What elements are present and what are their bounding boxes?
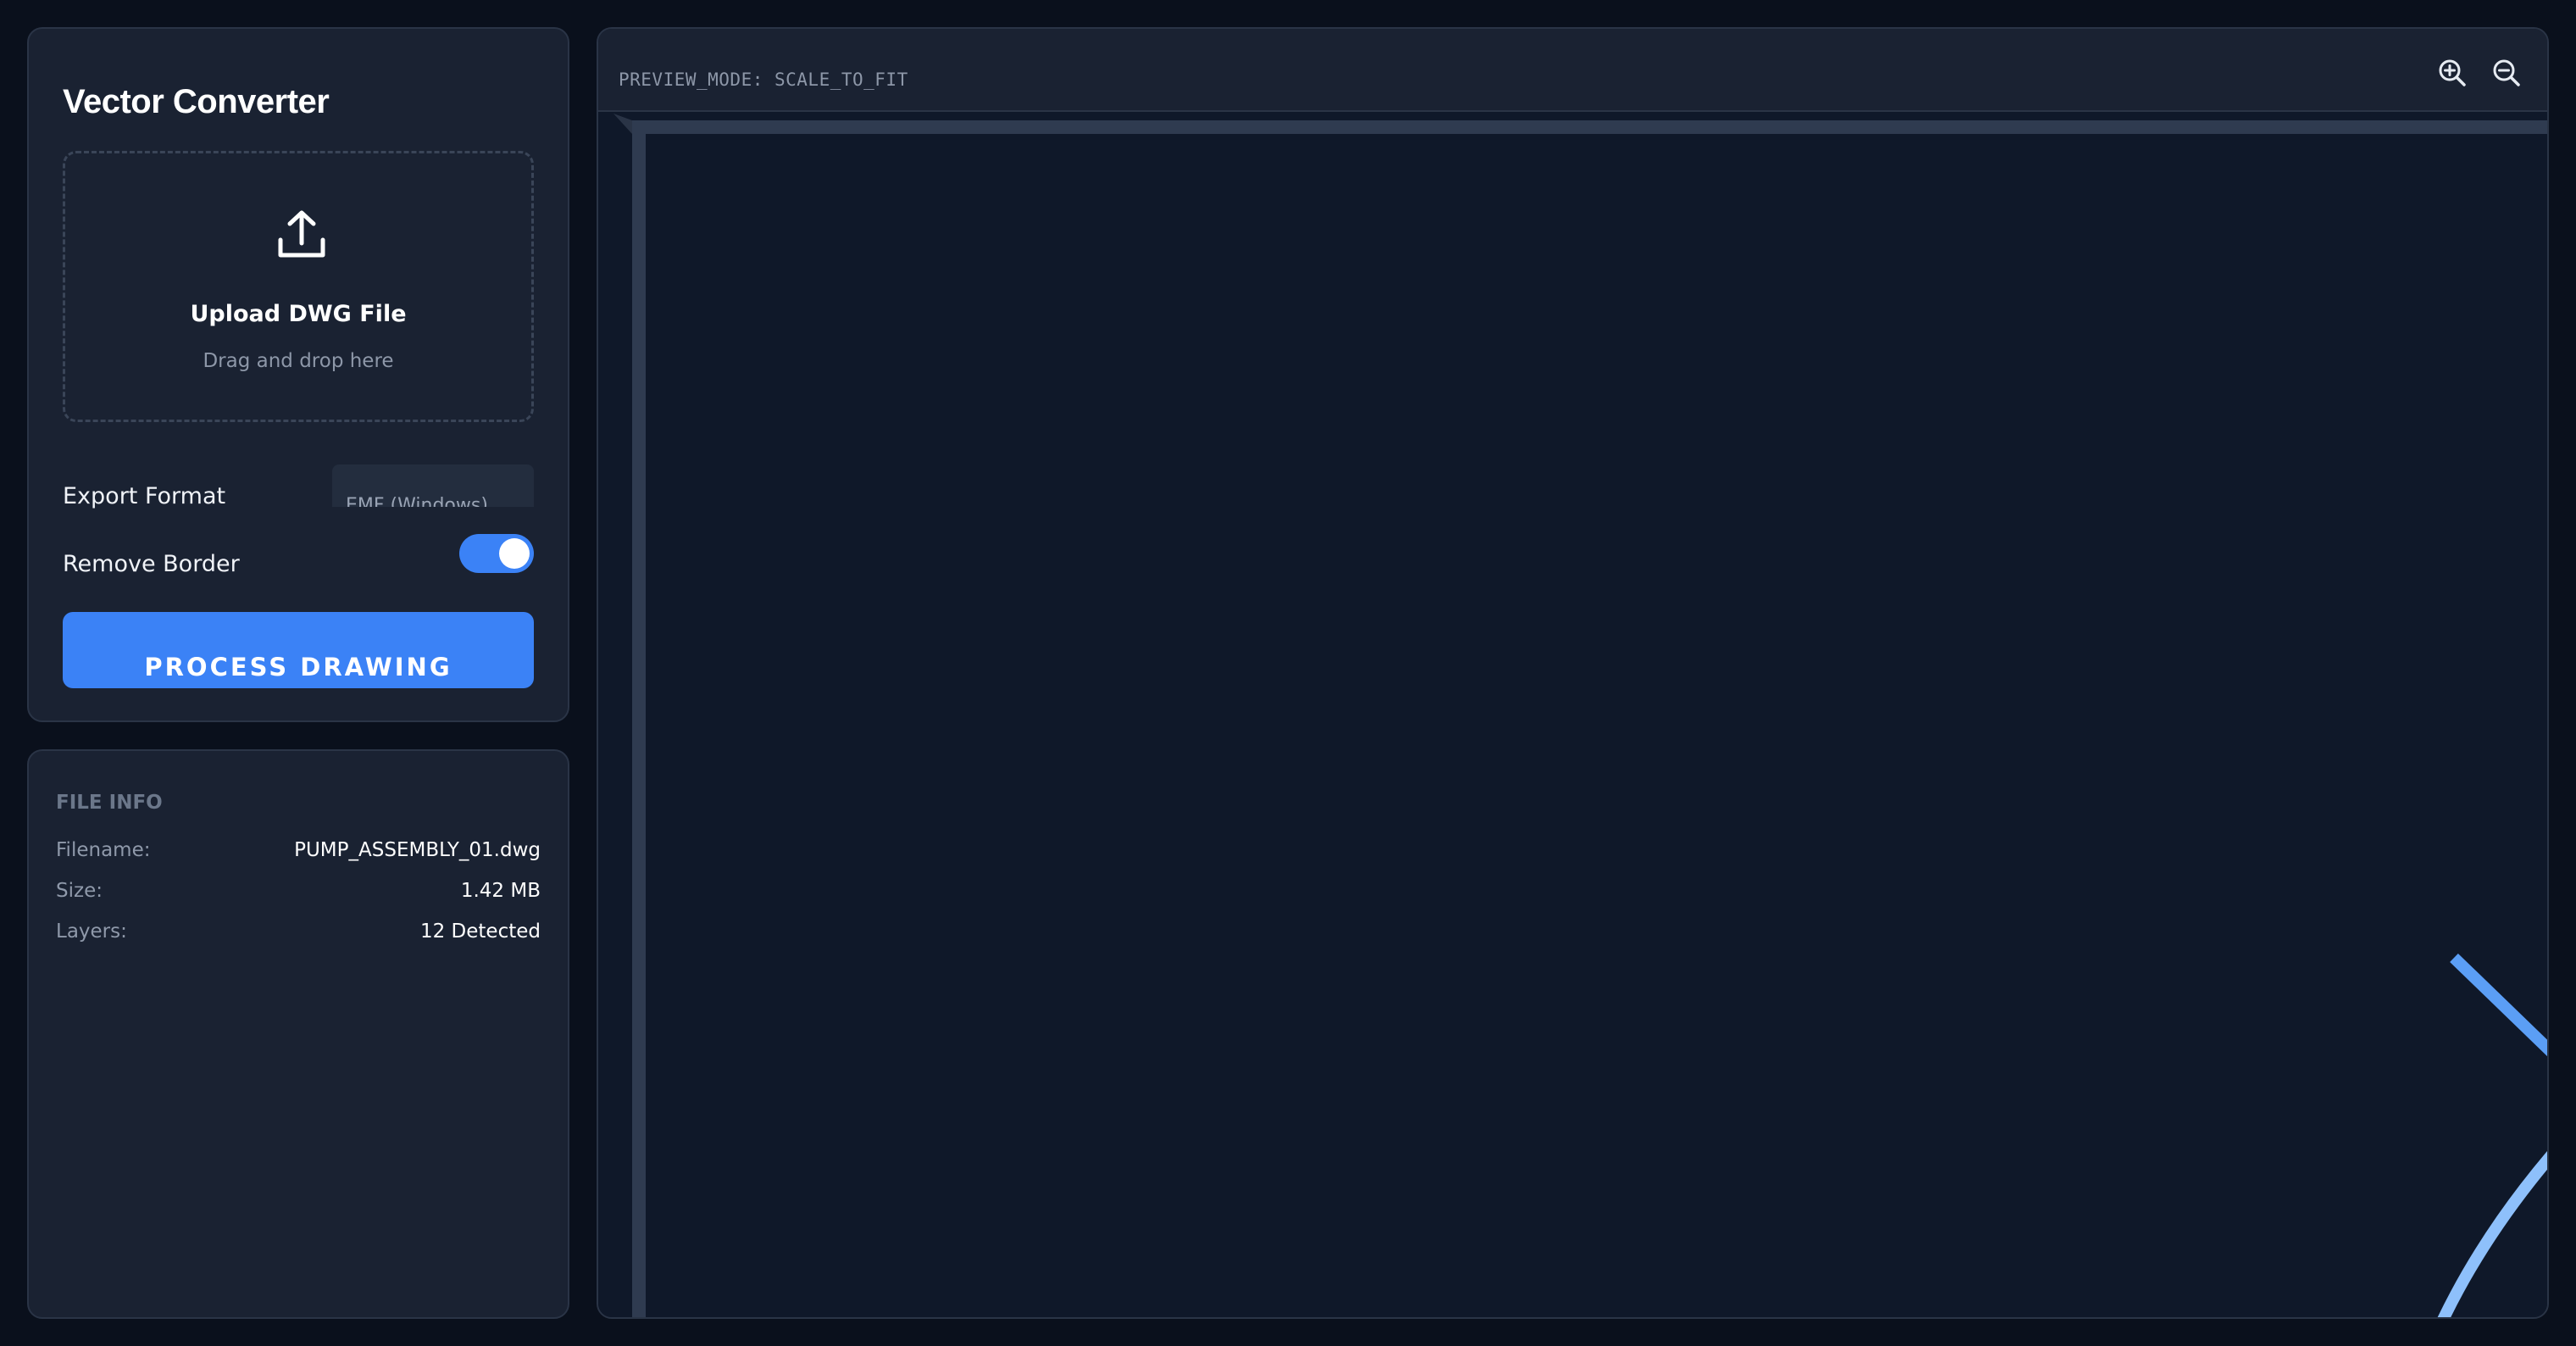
export-format-select[interactable]: EMF (Windows) <box>332 464 534 507</box>
remove-border-label: Remove Border <box>63 551 240 577</box>
export-format-value: EMF (Windows) <box>346 495 488 507</box>
info-key: Size: <box>56 880 103 902</box>
toggle-knob <box>499 538 530 569</box>
info-key: Layers: <box>56 921 127 943</box>
controls-panel: Vector Converter Upload DWG File Drag an… <box>27 27 569 722</box>
info-value: PUMP_ASSEMBLY_01.dwg <box>294 839 541 861</box>
file-info-row-layers: Layers: 12 Detected <box>56 921 541 948</box>
upload-icon <box>278 210 325 258</box>
info-value: 12 Detected <box>419 921 541 943</box>
export-format-label: Export Format <box>63 483 226 509</box>
zoom-out-icon[interactable] <box>2488 54 2525 92</box>
upload-dropzone[interactable]: Upload DWG File Drag and drop here <box>63 151 534 422</box>
upload-title: Upload DWG File <box>190 301 407 327</box>
file-info-row-size: Size: 1.42 MB <box>56 880 541 907</box>
file-info-heading: FILE INFO <box>56 792 163 814</box>
app-title: Vector Converter <box>63 83 330 120</box>
info-key: Filename: <box>56 839 151 861</box>
remove-border-toggle[interactable] <box>459 534 534 573</box>
upload-subtitle: Drag and drop here <box>203 350 394 372</box>
file-info-panel: FILE INFO Filename: PUMP_ASSEMBLY_01.dwg… <box>27 749 569 1319</box>
preview-mode-label: PREVIEW_MODE: SCALE_TO_FIT <box>619 70 908 90</box>
process-drawing-button[interactable]: PROCESS DRAWING <box>63 612 534 688</box>
zoom-in-icon[interactable] <box>2434 54 2471 92</box>
file-info-row-filename: Filename: PUMP_ASSEMBLY_01.dwg <box>56 839 541 866</box>
preview-panel: PREVIEW_MODE: SCALE_TO_FIT <box>597 27 2549 1319</box>
drawing-canvas[interactable] <box>598 112 2547 1319</box>
preview-toolbar: PREVIEW_MODE: SCALE_TO_FIT <box>598 29 2547 112</box>
info-value: 1.42 MB <box>460 880 541 902</box>
